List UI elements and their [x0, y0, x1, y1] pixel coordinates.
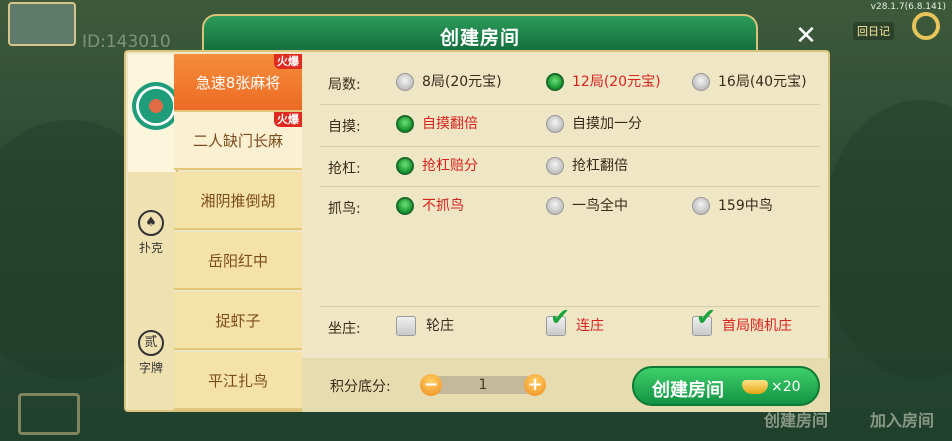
checkbox-lianzhuang[interactable]: ✔ 连庄	[546, 305, 604, 336]
base-score-label: 积分底分:	[330, 379, 391, 395]
gear-icon[interactable]	[912, 12, 940, 40]
mahjong-icon	[132, 82, 180, 130]
option-row-rounds: 局数: 8局(20元宝) 12局(20元宝) 16局(40元宝)	[308, 62, 824, 102]
dialog-title: 创建房间	[439, 27, 520, 49]
version-label: v28.1.7(6.8.141)	[870, 2, 946, 12]
category-label: 扑克	[138, 241, 163, 255]
create-room-dialog: 创建房间 ✕ ♠ 扑克 贰 字牌 急速8张麻将 火爆 二人缺门长麻 火爆 湘阴推…	[124, 14, 830, 412]
game-item-jisu8[interactable]: 急速8张麻将 火爆	[174, 54, 302, 112]
option-row-qianggang: 抢杠: 抢杠赔分 抢杠翻倍	[308, 146, 824, 186]
dialog-header: 创建房间	[202, 14, 758, 54]
radio-qianggang-pay[interactable]: 抢杠赔分	[396, 156, 478, 176]
game-item-yueyang[interactable]: 岳阳红中	[174, 232, 302, 290]
game-item-pingjiang[interactable]: 平江扎鸟	[174, 352, 302, 410]
radio-rounds-16[interactable]: 16局(40元宝)	[692, 72, 807, 92]
checkbox-icon	[396, 316, 416, 336]
radio-icon	[396, 197, 414, 215]
create-room-button[interactable]: 创建房间 ×20	[632, 366, 820, 406]
checkmark-icon: ✔	[696, 303, 717, 331]
game-label: 捉虾子	[215, 312, 261, 330]
game-label: 平江扎鸟	[207, 372, 268, 390]
option-row-zhuaniao: 抓鸟: 不抓鸟 一鸟全中 159中鸟	[308, 186, 824, 226]
radio-icon	[396, 157, 414, 175]
radio-zimo-plus-one[interactable]: 自摸加一分	[546, 114, 642, 134]
radio-zimo-double[interactable]: 自摸翻倍	[396, 114, 478, 134]
radio-icon	[546, 73, 564, 91]
dialog-footer: 积分底分: 1 − + 创建房间 ×20	[302, 358, 830, 412]
option-row-zimo: 自摸: 自摸翻倍 自摸加一分	[308, 104, 824, 144]
radio-icon	[546, 115, 564, 133]
spade-icon: ♠	[138, 210, 164, 236]
game-label: 湘阴推倒胡	[200, 192, 276, 210]
checkbox-random-first[interactable]: ✔ 首局随机庄	[692, 305, 792, 336]
avatar[interactable]	[8, 2, 76, 46]
option-row-zuozhuang: 坐庄: 轮庄 ✔ 连庄 ✔ 首局随机庄	[308, 305, 824, 346]
radio-rounds-12[interactable]: 12局(20元宝)	[546, 72, 661, 92]
radio-icon	[692, 73, 710, 91]
option-label: 坐庄:	[328, 321, 361, 337]
base-score-value: 1	[438, 376, 528, 394]
category-poker[interactable]: ♠ 扑克	[128, 210, 174, 256]
game-item-erren[interactable]: 二人缺门长麻 火爆	[174, 112, 302, 170]
hot-badge: 火爆	[274, 54, 302, 69]
game-item-xiangyin[interactable]: 湘阴推倒胡	[174, 172, 302, 230]
game-label: 二人缺门长麻	[192, 132, 283, 150]
background-foliage	[820, 100, 952, 380]
diary-button[interactable]: 回日记	[853, 22, 894, 40]
checkbox-icon: ✔	[692, 305, 716, 336]
radio-icon	[692, 197, 710, 215]
radio-icon	[546, 157, 564, 175]
cart-icon[interactable]	[18, 393, 80, 435]
game-label: 岳阳红中	[207, 252, 268, 270]
radio-zhuaniao-159[interactable]: 159中鸟	[692, 196, 773, 216]
zipai-icon: 贰	[138, 330, 164, 356]
room-cost: ×20	[771, 379, 801, 395]
option-label: 局数:	[328, 77, 361, 93]
checkbox-icon: ✔	[546, 305, 570, 336]
game-label: 急速8张麻将	[195, 74, 281, 92]
option-label: 抢杠:	[328, 161, 361, 177]
category-zipai[interactable]: 贰 字牌	[128, 330, 174, 376]
radio-qianggang-double[interactable]: 抢杠翻倍	[546, 156, 628, 176]
rule-options: 局数: 8局(20元宝) 12局(20元宝) 16局(40元宝) 自摸: 自摸翻…	[308, 54, 824, 410]
option-label: 自摸:	[328, 119, 361, 135]
minus-icon[interactable]: −	[420, 374, 442, 396]
radio-icon	[546, 197, 564, 215]
create-room-label: 创建房间	[652, 380, 724, 401]
checkmark-icon: ✔	[550, 303, 571, 331]
dialog-body: ♠ 扑克 贰 字牌 急速8张麻将 火爆 二人缺门长麻 火爆 湘阴推倒胡 岳阳红中…	[124, 50, 830, 412]
category-mahjong[interactable]	[128, 54, 180, 172]
radio-rounds-8[interactable]: 8局(20元宝)	[396, 72, 502, 92]
game-list: 急速8张麻将 火爆 二人缺门长麻 火爆 湘阴推倒胡 岳阳红中 捉虾子 平江扎鸟	[174, 54, 302, 410]
radio-zhuaniao-all[interactable]: 一鸟全中	[546, 196, 628, 216]
checkbox-lunzhuang[interactable]: 轮庄	[396, 316, 454, 336]
bg-join-room-button: 加入房间	[870, 411, 935, 430]
radio-icon	[396, 115, 414, 133]
hot-badge: 火爆	[274, 112, 302, 127]
close-icon[interactable]: ✕	[792, 22, 820, 50]
category-label: 字牌	[138, 361, 163, 375]
game-item-zhuoxiazi[interactable]: 捉虾子	[174, 292, 302, 350]
radio-zhuaniao-none[interactable]: 不抓鸟	[396, 196, 464, 216]
base-score-stepper: 1 − +	[420, 374, 546, 396]
gold-ingot-icon	[742, 380, 768, 394]
option-label: 抓鸟:	[328, 201, 361, 217]
radio-icon	[396, 73, 414, 91]
plus-icon[interactable]: +	[524, 374, 546, 396]
